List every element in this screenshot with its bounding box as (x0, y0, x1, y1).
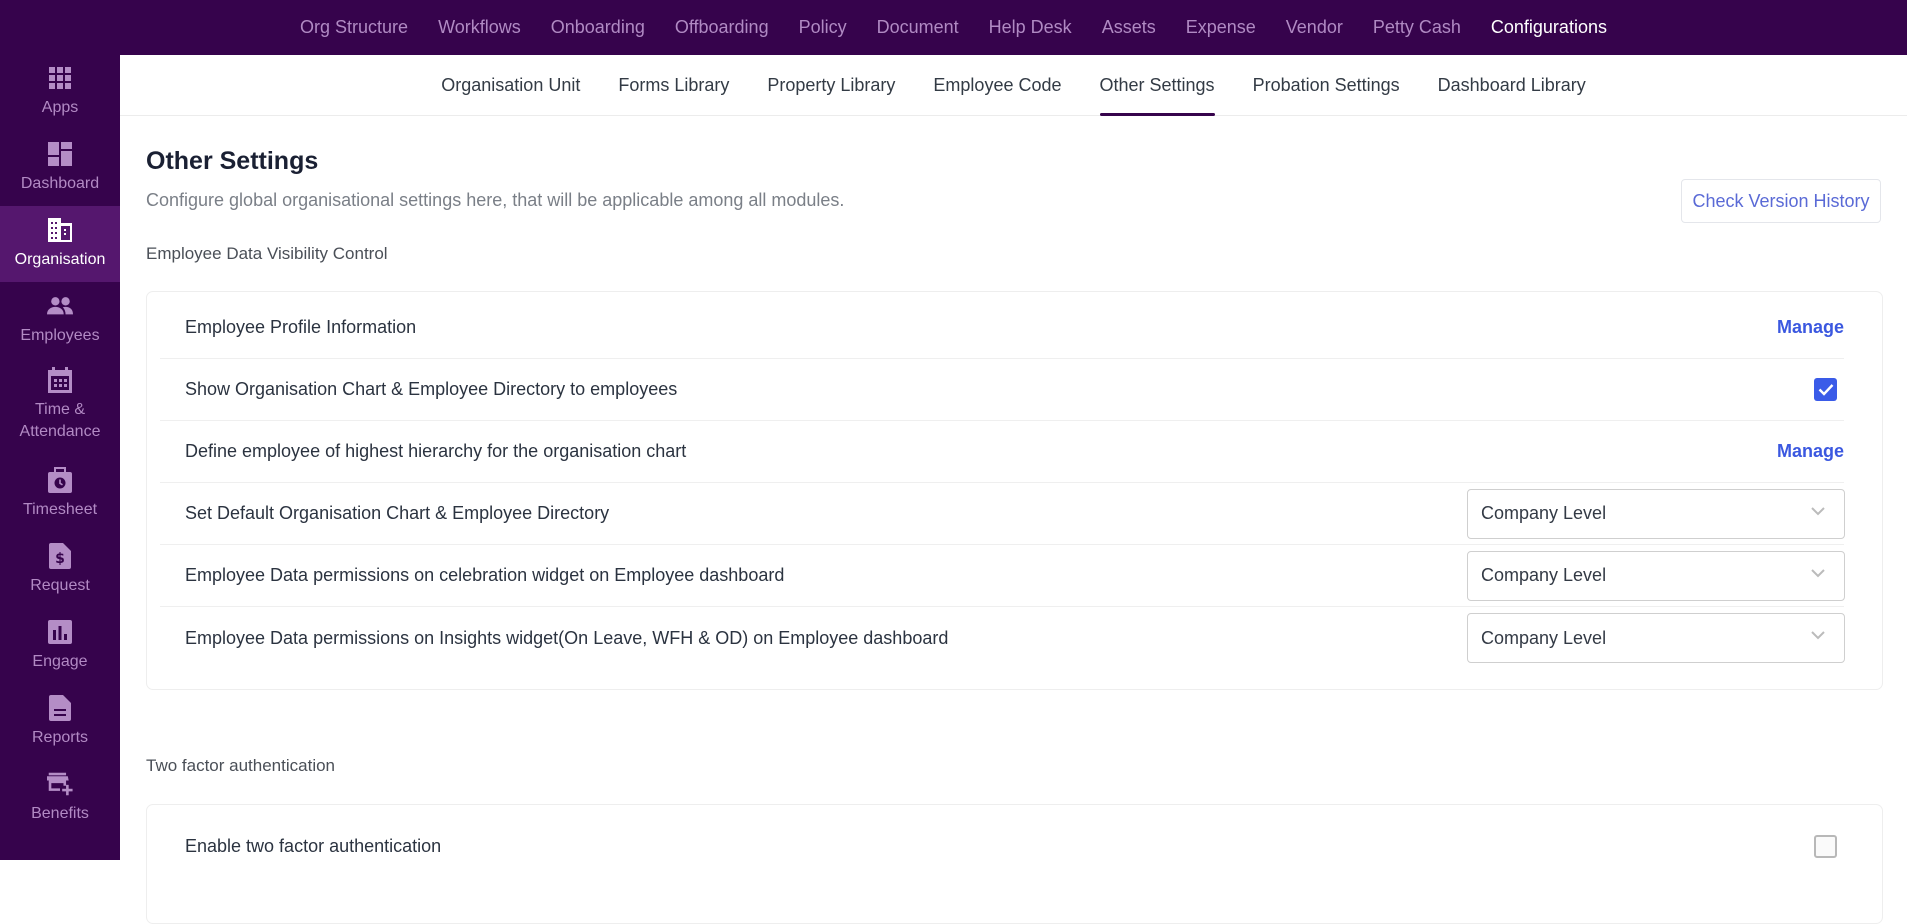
setting-row: Enable two factor authentication (160, 815, 1844, 877)
show-org-chart-checkbox[interactable] (1814, 378, 1837, 401)
sidebar-item-label: Time & Attendance (19, 401, 101, 440)
bar-chart-icon (47, 619, 73, 645)
top-nav-configurations[interactable]: Configurations (1476, 17, 1622, 38)
chevron-down-icon (1811, 631, 1825, 640)
sub-tabs: Organisation Unit Forms Library Property… (120, 55, 1907, 116)
manage-profile-info-link[interactable]: Manage (1777, 317, 1844, 338)
store-plus-icon (47, 771, 73, 797)
setting-label: Show Organisation Chart & Employee Direc… (185, 379, 678, 399)
tab-organisation-unit[interactable]: Organisation Unit (422, 55, 599, 116)
setting-row: Employee Data permissions on celebration… (160, 545, 1845, 607)
celebration-widget-permission-select[interactable]: Company Level (1467, 550, 1845, 601)
sidebar-item-label: Timesheet (22, 501, 98, 518)
manage-highest-hierarchy-link[interactable]: Manage (1777, 441, 1844, 462)
checkmark-icon (1818, 384, 1833, 396)
top-nav-expense[interactable]: Expense (1171, 17, 1271, 38)
setting-row: Employee Data permissions on Insights wi… (160, 607, 1845, 669)
tab-employee-code[interactable]: Employee Code (914, 55, 1080, 116)
tab-forms-library[interactable]: Forms Library (599, 55, 748, 116)
top-nav-document[interactable]: Document (862, 17, 974, 38)
tab-other-settings[interactable]: Other Settings (1081, 55, 1234, 116)
sidebar-item-label: Reports (31, 729, 89, 746)
tab-dashboard-library[interactable]: Dashboard Library (1419, 55, 1605, 116)
request-dollar-icon: $ (47, 543, 73, 569)
top-navigation-bar: Org Structure Workflows Onboarding Offbo… (0, 0, 1907, 55)
top-nav-workflows[interactable]: Workflows (423, 17, 536, 38)
sidebar-item-request[interactable]: $ Request (0, 543, 120, 611)
sidebar-item-label: Benefits (31, 805, 89, 822)
default-org-chart-select[interactable]: Company Level (1467, 488, 1845, 539)
setting-label: Employee Profile Information (185, 317, 417, 337)
select-value: Company Level (1481, 627, 1607, 648)
sidebar-item-organisation[interactable]: Organisation (0, 206, 120, 282)
top-nav-policy[interactable]: Policy (784, 17, 862, 38)
sidebar-item-reports[interactable]: Reports (0, 695, 120, 763)
setting-row: Define employee of highest hierarchy for… (160, 421, 1844, 483)
sidebar-item-label: Employees (20, 327, 100, 344)
top-nav-assets[interactable]: Assets (1087, 17, 1171, 38)
top-nav-help-desk[interactable]: Help Desk (974, 17, 1087, 38)
setting-label: Define employee of highest hierarchy for… (185, 441, 687, 461)
visibility-settings-card: Employee Profile Information Manage Show… (146, 291, 1883, 690)
sidebar-item-label: Organisation (14, 251, 106, 268)
top-nav-org-structure[interactable]: Org Structure (285, 17, 423, 38)
select-value: Company Level (1481, 503, 1607, 523)
top-nav-petty-cash[interactable]: Petty Cash (1358, 17, 1476, 38)
sidebar-item-label: Engage (32, 653, 88, 670)
setting-label: Employee Data permissions on celebration… (185, 565, 785, 585)
setting-row: Show Organisation Chart & Employee Direc… (160, 359, 1844, 421)
sidebar-item-label: Apps (41, 99, 79, 116)
timesheet-icon (47, 467, 73, 493)
page-title: Other Settings (146, 147, 319, 175)
top-nav-vendor[interactable]: Vendor (1271, 17, 1358, 38)
sidebar-item-timesheet[interactable]: Timesheet (0, 467, 120, 535)
page-subtitle: Configure global organisational settings… (146, 190, 845, 210)
insights-widget-permission-select[interactable]: Company Level (1467, 613, 1845, 663)
sidebar-item-label: Dashboard (20, 175, 100, 192)
sidebar-item-dashboard[interactable]: Dashboard (0, 141, 120, 209)
top-nav-onboarding[interactable]: Onboarding (536, 17, 660, 38)
setting-row: Employee Profile Information Manage (160, 297, 1844, 359)
people-icon (47, 293, 73, 319)
enable-two-factor-checkbox[interactable] (1814, 834, 1837, 858)
setting-label: Enable two factor authentication (185, 835, 442, 856)
check-version-history-button[interactable]: Check Version History (1681, 179, 1881, 223)
sidebar-item-time-attendance[interactable]: Time & Attendance (0, 367, 120, 467)
sidebar-item-apps[interactable]: Apps (0, 65, 120, 133)
chevron-down-icon (1811, 506, 1825, 515)
calendar-icon (47, 367, 73, 393)
two-factor-card: Enable two factor authentication (146, 804, 1883, 924)
tab-probation-settings[interactable]: Probation Settings (1234, 55, 1419, 116)
setting-row: Set Default Organisation Chart & Employe… (160, 483, 1845, 545)
sidebar-item-label: Request (30, 577, 90, 594)
section-label-visibility: Employee Data Visibility Control (146, 244, 388, 263)
chevron-down-icon (1811, 568, 1825, 577)
setting-label: Employee Data permissions on Insights wi… (185, 627, 949, 648)
report-document-icon (47, 695, 73, 721)
top-nav-offboarding[interactable]: Offboarding (660, 17, 784, 38)
svg-text:$: $ (55, 551, 65, 567)
sidebar: Apps Dashboard Organisation Employees Ti… (0, 55, 120, 860)
sidebar-item-engage[interactable]: Engage (0, 619, 120, 687)
tab-property-library[interactable]: Property Library (748, 55, 914, 116)
select-value: Company Level (1481, 565, 1607, 585)
main-content: Organisation Unit Forms Library Property… (120, 55, 1907, 924)
building-icon (47, 217, 73, 243)
setting-label: Set Default Organisation Chart & Employe… (185, 503, 610, 523)
sidebar-item-employees[interactable]: Employees (0, 293, 120, 361)
dashboard-icon (47, 141, 73, 167)
sidebar-item-benefits[interactable]: Benefits (0, 771, 120, 839)
apps-grid-icon (47, 65, 73, 91)
top-nav: Org Structure Workflows Onboarding Offbo… (0, 0, 1907, 55)
section-label-two-factor: Two factor authentication (146, 756, 336, 775)
